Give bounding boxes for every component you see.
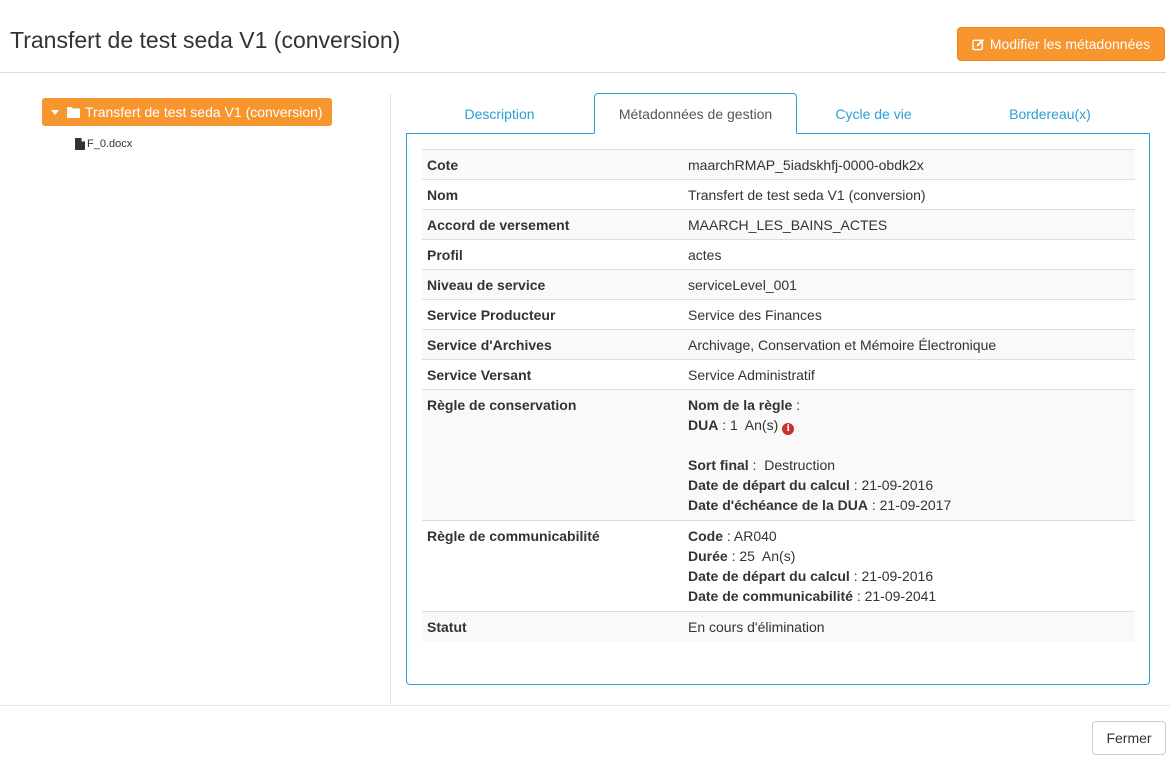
table-row: Profil actes — [422, 239, 1135, 270]
communicabilite-label: Règle de communicabilité — [422, 520, 688, 612]
page-title: Transfert de test seda V1 (conversion) — [10, 27, 401, 53]
tab-cycle-de-vie[interactable]: Cycle de vie — [797, 93, 950, 134]
tree-file-label: F_0.docx — [87, 138, 133, 150]
statut-label: Statut — [422, 611, 688, 642]
accord-value: MAARCH_LES_BAINS_ACTES — [688, 209, 1135, 240]
archives-value: Archivage, Conservation et Mémoire Élect… — [688, 329, 1135, 360]
close-button[interactable]: Fermer — [1092, 721, 1166, 755]
folder-icon — [67, 106, 80, 118]
footer-divider — [0, 705, 1170, 706]
comm-depart-label: Date de départ du calcul — [688, 568, 850, 584]
code-value: : AR040 — [723, 528, 777, 544]
metadata-table: Cote maarchRMAP_5iadskhfj-0000-obdk2x No… — [422, 149, 1135, 642]
producteur-value: Service des Finances — [688, 299, 1135, 330]
sort-final-label: Sort final — [688, 457, 749, 473]
tree-node-root[interactable]: Transfert de test seda V1 (conversion) — [42, 98, 332, 126]
table-row: Nom Transfert de test seda V1 (conversio… — [422, 179, 1135, 210]
comm-date-label: Date de communicabilité — [688, 588, 853, 604]
accord-label: Accord de versement — [422, 209, 688, 240]
file-icon — [75, 138, 85, 150]
versant-value: Service Administratif — [688, 359, 1135, 390]
table-row: Règle de conservation Nom de la règle : … — [422, 389, 1135, 521]
table-row: Cote maarchRMAP_5iadskhfj-0000-obdk2x — [422, 149, 1135, 180]
communicabilite-value: Code : AR040 Durée : 25 An(s) Date de dé… — [688, 520, 1135, 612]
versant-label: Service Versant — [422, 359, 688, 390]
nom-regle-sep: : — [792, 397, 801, 413]
dua-label: DUA — [688, 417, 719, 433]
echeance-dua-label: Date d'échéance de la DUA — [688, 497, 868, 513]
tree-root-label: Transfert de test seda V1 (conversion) — [85, 104, 323, 120]
nom-label: Nom — [422, 179, 688, 210]
cote-label: Cote — [422, 149, 688, 180]
conservation-value: Nom de la règle : DUA : 1 An(s) i Sort f… — [688, 389, 1135, 521]
panel-divider — [390, 94, 391, 704]
table-row: Niveau de service serviceLevel_001 — [422, 269, 1135, 300]
niveau-label: Niveau de service — [422, 269, 688, 300]
comm-date-value: : 21-09-2041 — [852, 588, 937, 604]
table-row: Service Producteur Service des Finances — [422, 299, 1135, 330]
niveau-value: serviceLevel_001 — [688, 269, 1135, 300]
edit-icon — [972, 38, 984, 50]
table-row: Règle de communicabilité Code : AR040 Du… — [422, 520, 1135, 612]
cote-value: maarchRMAP_5iadskhfj-0000-obdk2x — [688, 149, 1135, 180]
producteur-label: Service Producteur — [422, 299, 688, 330]
duree-label: Durée — [688, 548, 728, 564]
table-row: Service Versant Service Administratif — [422, 359, 1135, 390]
dua-value: : 1 An(s) — [718, 417, 783, 433]
table-row: Statut En cours d'élimination — [422, 611, 1135, 642]
info-circle-icon[interactable]: i — [782, 423, 795, 435]
tab-metadonnees-gestion[interactable]: Métadonnées de gestion — [594, 93, 797, 134]
conservation-label: Règle de conservation — [422, 389, 688, 521]
code-label: Code — [688, 528, 723, 544]
comm-depart-value: : 21-09-2016 — [849, 568, 934, 584]
nom-regle-label: Nom de la règle — [688, 397, 793, 413]
tab-description[interactable]: Description — [406, 93, 593, 134]
depart-calcul-label: Date de départ du calcul — [688, 477, 850, 493]
table-row: Service d'Archives Archivage, Conservati… — [422, 329, 1135, 360]
tab-bar: Description Métadonnées de gestion Cycle… — [406, 93, 1150, 134]
metadata-panel: Cote maarchRMAP_5iadskhfj-0000-obdk2x No… — [406, 133, 1150, 685]
nom-value: Transfert de test seda V1 (conversion) — [688, 179, 1135, 210]
archives-label: Service d'Archives — [422, 329, 688, 360]
depart-calcul-value: : 21-09-2016 — [849, 477, 934, 493]
tab-bordereaux[interactable]: Bordereau(x) — [950, 93, 1150, 134]
tree-node-file[interactable]: F_0.docx — [75, 138, 132, 150]
edit-metadata-label: Modifier les métadonnées — [989, 36, 1151, 52]
profil-label: Profil — [422, 239, 688, 270]
profil-value: actes — [688, 239, 1135, 270]
page-header: Transfert de test seda V1 (conversion) M… — [0, 0, 1166, 73]
statut-value: En cours d'élimination — [688, 611, 1135, 642]
echeance-dua-value: : 21-09-2017 — [867, 497, 952, 513]
table-row: Accord de versement MAARCH_LES_BAINS_ACT… — [422, 209, 1135, 240]
caret-down-icon[interactable] — [51, 109, 59, 115]
edit-metadata-button[interactable]: Modifier les métadonnées — [957, 27, 1165, 61]
sort-final-value: : Destruction — [748, 457, 836, 473]
duree-value: : 25 An(s) — [727, 548, 796, 564]
